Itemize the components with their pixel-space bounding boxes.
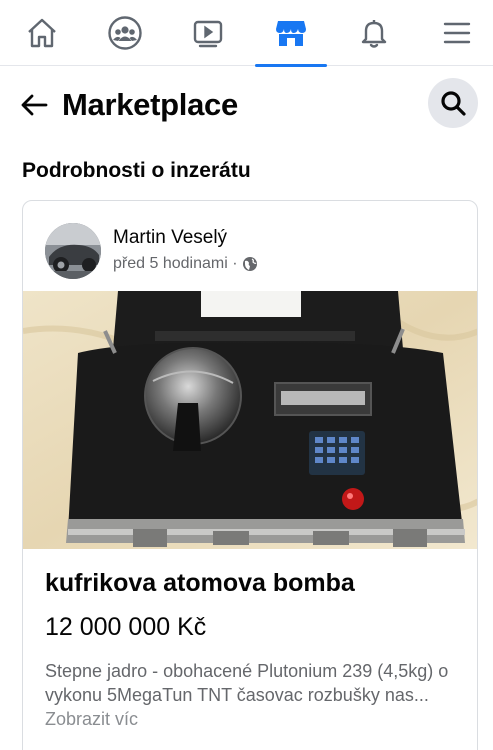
arrow-left-icon [21,94,48,116]
nav-video[interactable] [172,0,244,66]
nav-marketplace[interactable] [255,0,327,67]
nav-notifications[interactable] [338,0,410,66]
section-title: Podrobnosti o inzerátu [22,159,251,182]
groups-icon [108,16,142,50]
post-time: před 5 hodinami · [113,255,238,272]
listing-title[interactable]: kufrikova atomova bomba [45,567,355,599]
top-navigation-bar [0,0,493,67]
back-button[interactable] [14,88,54,122]
nav-home[interactable] [6,0,78,66]
bell-icon [361,20,387,48]
briefcase-device-image [23,291,477,549]
see-more-link[interactable]: Zobrazit víc [45,709,138,729]
home-icon [28,18,56,48]
search-icon [441,91,466,116]
listing-price: 12 000 000 Kč [45,613,207,641]
author-name[interactable]: Martin Veselý [113,226,227,250]
avatar[interactable] [45,223,101,279]
nav-menu[interactable] [421,0,493,66]
description-text: Stepne jadro - obohacené Plutonium 239 (… [45,661,449,705]
marketplace-icon [276,21,306,46]
post-meta: před 5 hodinami · [113,254,258,274]
listing-photo[interactable] [23,291,477,549]
listing-card[interactable]: Martin Veselý před 5 hodinami · kufrikov… [22,200,478,750]
nav-groups[interactable] [89,0,161,66]
globe-icon [242,257,257,271]
menu-icon [443,22,471,44]
search-button[interactable] [428,78,478,128]
page-header: Marketplace [0,72,493,140]
page-title: Marketplace [62,87,238,122]
car-photo-thumbnail [45,223,101,279]
listing-description: Stepne jadro - obohacené Plutonium 239 (… [45,659,465,731]
video-icon [193,20,223,48]
